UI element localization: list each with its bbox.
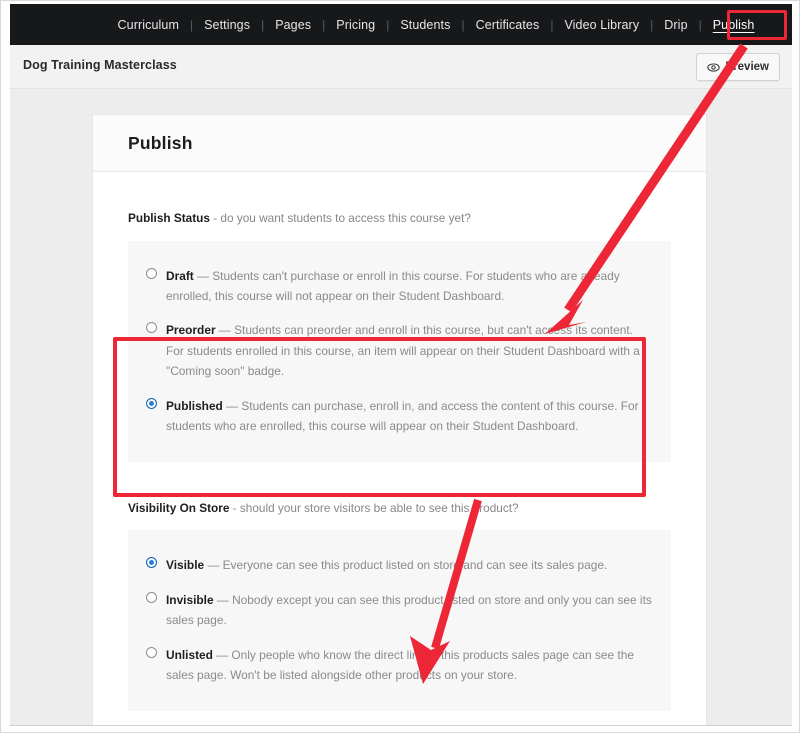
preview-button-label: Preview [725,61,769,73]
option-dash: — [213,592,233,607]
radio-option-published[interactable]: Published — Students can purchase, enrol… [128,389,671,444]
option-dash: — [193,268,213,283]
radio-invisible-icon[interactable] [146,591,157,603]
nav-item-certificates[interactable]: Certificates [466,18,550,32]
app-window: Curriculum | Settings | Pages | Pricing … [0,0,800,733]
nav-item-settings[interactable]: Settings [194,18,260,32]
radio-option-unlisted-text: Unlisted — Only people who know the dire… [166,645,653,686]
card-body: Publish Status - do you want students to… [93,172,706,711]
radio-visible-icon[interactable] [146,557,157,569]
option-dash: — [222,398,242,413]
radio-option-unlisted[interactable]: Unlisted — Only people who know the dire… [128,638,671,693]
card-header: Publish [93,115,706,172]
top-navigation-bar: Curriculum | Settings | Pages | Pricing … [10,4,792,45]
option-description-unlisted: Only people who know the direct link to … [166,647,634,683]
option-name-unlisted: Unlisted [166,647,213,662]
nav-item-pricing[interactable]: Pricing [326,18,385,32]
preview-button[interactable]: Preview [695,53,780,81]
page-title: Publish [128,132,193,153]
radio-option-preorder-text: Preorder — Students can preorder and enr… [166,320,653,381]
nav-item-video-library[interactable]: Video Library [554,18,649,32]
option-description-visible: Everyone can see this product listed on … [222,558,608,573]
radio-option-invisible-text: Invisible — Nobody except you can see th… [166,590,653,631]
publish-status-label: Publish Status - do you want students to… [128,172,671,227]
nav-item-curriculum[interactable]: Curriculum [108,18,189,32]
option-dash: — [212,647,232,662]
publish-card: Publish Publish Status - do you want stu… [92,114,707,725]
radio-option-preorder[interactable]: Preorder — Students can preorder and enr… [128,313,671,388]
option-description-draft: Students can't purchase or enroll in thi… [166,268,620,303]
publish-status-question: - do you want students to access this co… [209,211,471,225]
option-name-published: Published [166,398,223,413]
eye-icon [706,61,720,74]
option-description-invisible: Nobody except you can see this product l… [166,592,652,628]
option-name-draft: Draft [166,268,194,283]
option-name-invisible: Invisible [166,592,214,607]
radio-option-draft[interactable]: Draft — Students can't purchase or enrol… [128,259,671,314]
visibility-options: Visible — Everyone can see this product … [128,530,671,711]
radio-published-icon[interactable] [146,397,157,409]
visibility-label-strong: Visibility On Store [128,500,230,515]
visibility-label: Visibility On Store - should your store … [128,462,671,517]
nav-links: Curriculum | Settings | Pages | Pricing … [108,18,765,32]
option-dash: — [204,558,223,573]
option-description-preorder: Students can preorder and enroll in this… [166,323,640,379]
publish-status-label-strong: Publish Status [128,211,210,225]
radio-unlisted-icon[interactable] [146,646,157,658]
publish-status-options: Draft — Students can't purchase or enrol… [128,240,671,462]
radio-option-published-text: Published — Students can purchase, enrol… [166,396,653,437]
radio-preorder-icon[interactable] [146,322,157,334]
page-body: Publish Publish Status - do you want stu… [10,89,792,726]
option-name-visible: Visible [166,558,205,573]
radio-option-invisible[interactable]: Invisible — Nobody except you can see th… [128,583,671,638]
radio-option-visible[interactable]: Visible — Everyone can see this product … [128,548,671,582]
radio-option-draft-text: Draft — Students can't purchase or enrol… [166,266,653,307]
nav-item-publish[interactable]: Publish [703,18,765,32]
nav-item-students[interactable]: Students [390,18,460,32]
radio-draft-icon[interactable] [146,267,157,279]
nav-item-drip[interactable]: Drip [654,18,697,32]
option-dash: — [215,323,235,338]
nav-item-pages[interactable]: Pages [265,18,321,32]
course-subheader: Dog Training Masterclass Preview [10,45,792,89]
radio-option-visible-text: Visible — Everyone can see this product … [166,555,607,575]
option-name-preorder: Preorder [166,323,216,338]
course-title: Dog Training Masterclass [23,58,177,72]
visibility-question: - should your store visitors be able to … [229,500,519,515]
